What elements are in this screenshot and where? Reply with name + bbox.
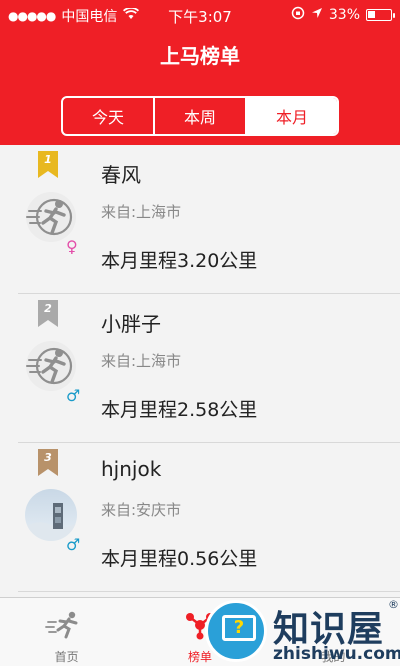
user-name: 小胖子: [101, 312, 161, 336]
user-name: 春风: [101, 163, 141, 187]
male-icon: ♂: [66, 386, 81, 405]
nav-home[interactable]: 首页: [0, 598, 133, 666]
rank-number: 2: [44, 302, 52, 315]
list-item[interactable]: 2 ♂ 小胖子 来自:上海市 本月里程2.58公里: [0, 294, 400, 443]
watermark-monitor-icon: ?: [205, 600, 267, 662]
screen: ●●●●● 中国电信 下午3:07 33% 上马榜单 今天 本周 本月 1 ♀ …: [0, 0, 400, 666]
location-icon: [311, 7, 323, 23]
watermark-url: zhishiwu.com: [273, 644, 400, 664]
tab-week[interactable]: 本周: [155, 98, 247, 134]
battery-icon: [366, 9, 395, 21]
user-name: hjnjok: [101, 457, 162, 481]
user-mileage: 本月里程3.20公里: [101, 250, 258, 272]
status-bar: ●●●●● 中国电信 下午3:07 33%: [0, 0, 400, 30]
running-man-icon: [44, 610, 90, 640]
male-icon: ♂: [66, 535, 81, 554]
rotation-lock-icon: [291, 6, 305, 24]
rank-ribbon-icon: 3: [38, 449, 58, 476]
user-mileage: 本月里程2.58公里: [101, 399, 258, 421]
question-icon: ?: [222, 615, 256, 641]
runner-icon: [25, 340, 77, 392]
rank-ribbon-icon: 2: [38, 300, 58, 327]
user-location: 来自:上海市: [101, 352, 182, 370]
nav-home-label: 首页: [54, 650, 79, 664]
page-title: 上马榜单: [160, 44, 240, 68]
user-location: 来自:上海市: [101, 203, 182, 221]
list-item[interactable]: 1 ♀ 春风 来自:上海市 本月里程3.20公里: [0, 145, 400, 294]
ranking-list: 1 ♀ 春风 来自:上海市 本月里程3.20公里 2 ♂ 小胖子 来自:上海市 …: [0, 145, 400, 592]
rank-ribbon-icon: 1: [38, 151, 58, 178]
runner-icon: [25, 191, 77, 243]
user-mileage: 本月里程0.56公里: [101, 548, 258, 570]
list-item[interactable]: 3 ♂ hjnjok 来自:安庆市 本月里程0.56公里: [0, 443, 400, 592]
rank-number: 1: [44, 153, 52, 166]
user-location: 来自:安庆市: [101, 501, 182, 519]
watermark-logo: ? 知识屋 ® zhishiwu.com: [205, 598, 400, 666]
rank-number: 3: [44, 451, 52, 464]
header-bar: ●●●●● 中国电信 下午3:07 33% 上马榜单 今天 本周 本月: [0, 0, 400, 145]
registered-mark: ®: [388, 598, 399, 611]
female-icon: ♀: [66, 237, 78, 256]
battery-percent: 33%: [328, 7, 360, 23]
tab-today[interactable]: 今天: [63, 98, 155, 134]
divider: [18, 591, 400, 592]
period-tabs: 今天 本周 本月: [61, 96, 339, 136]
user-photo: [25, 489, 77, 541]
tab-month[interactable]: 本月: [247, 98, 337, 134]
